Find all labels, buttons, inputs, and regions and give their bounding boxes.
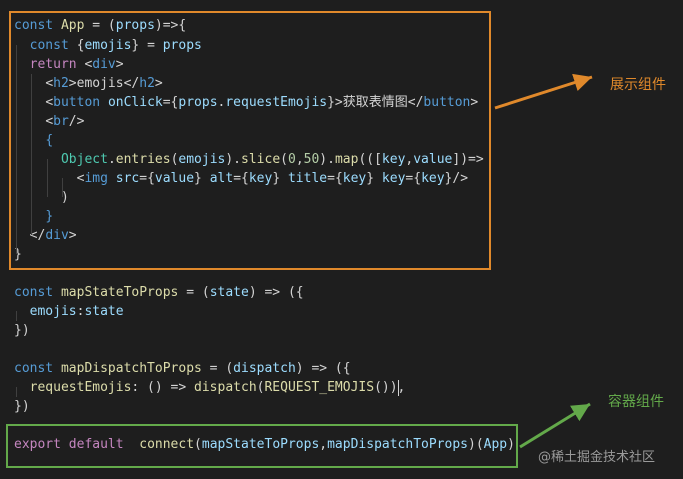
green-arrow: [519, 402, 591, 449]
watermark: @稀土掘金技术社区: [538, 450, 656, 465]
annotation-arrows: [494, 73, 593, 449]
container-component-label: 容器组件: [608, 394, 664, 410]
presentational-component-label: 展示组件: [610, 77, 666, 93]
orange-arrow: [494, 73, 593, 110]
code-editor[interactable]: const App = (props)=>{ const {emojis} = …: [0, 0, 683, 479]
